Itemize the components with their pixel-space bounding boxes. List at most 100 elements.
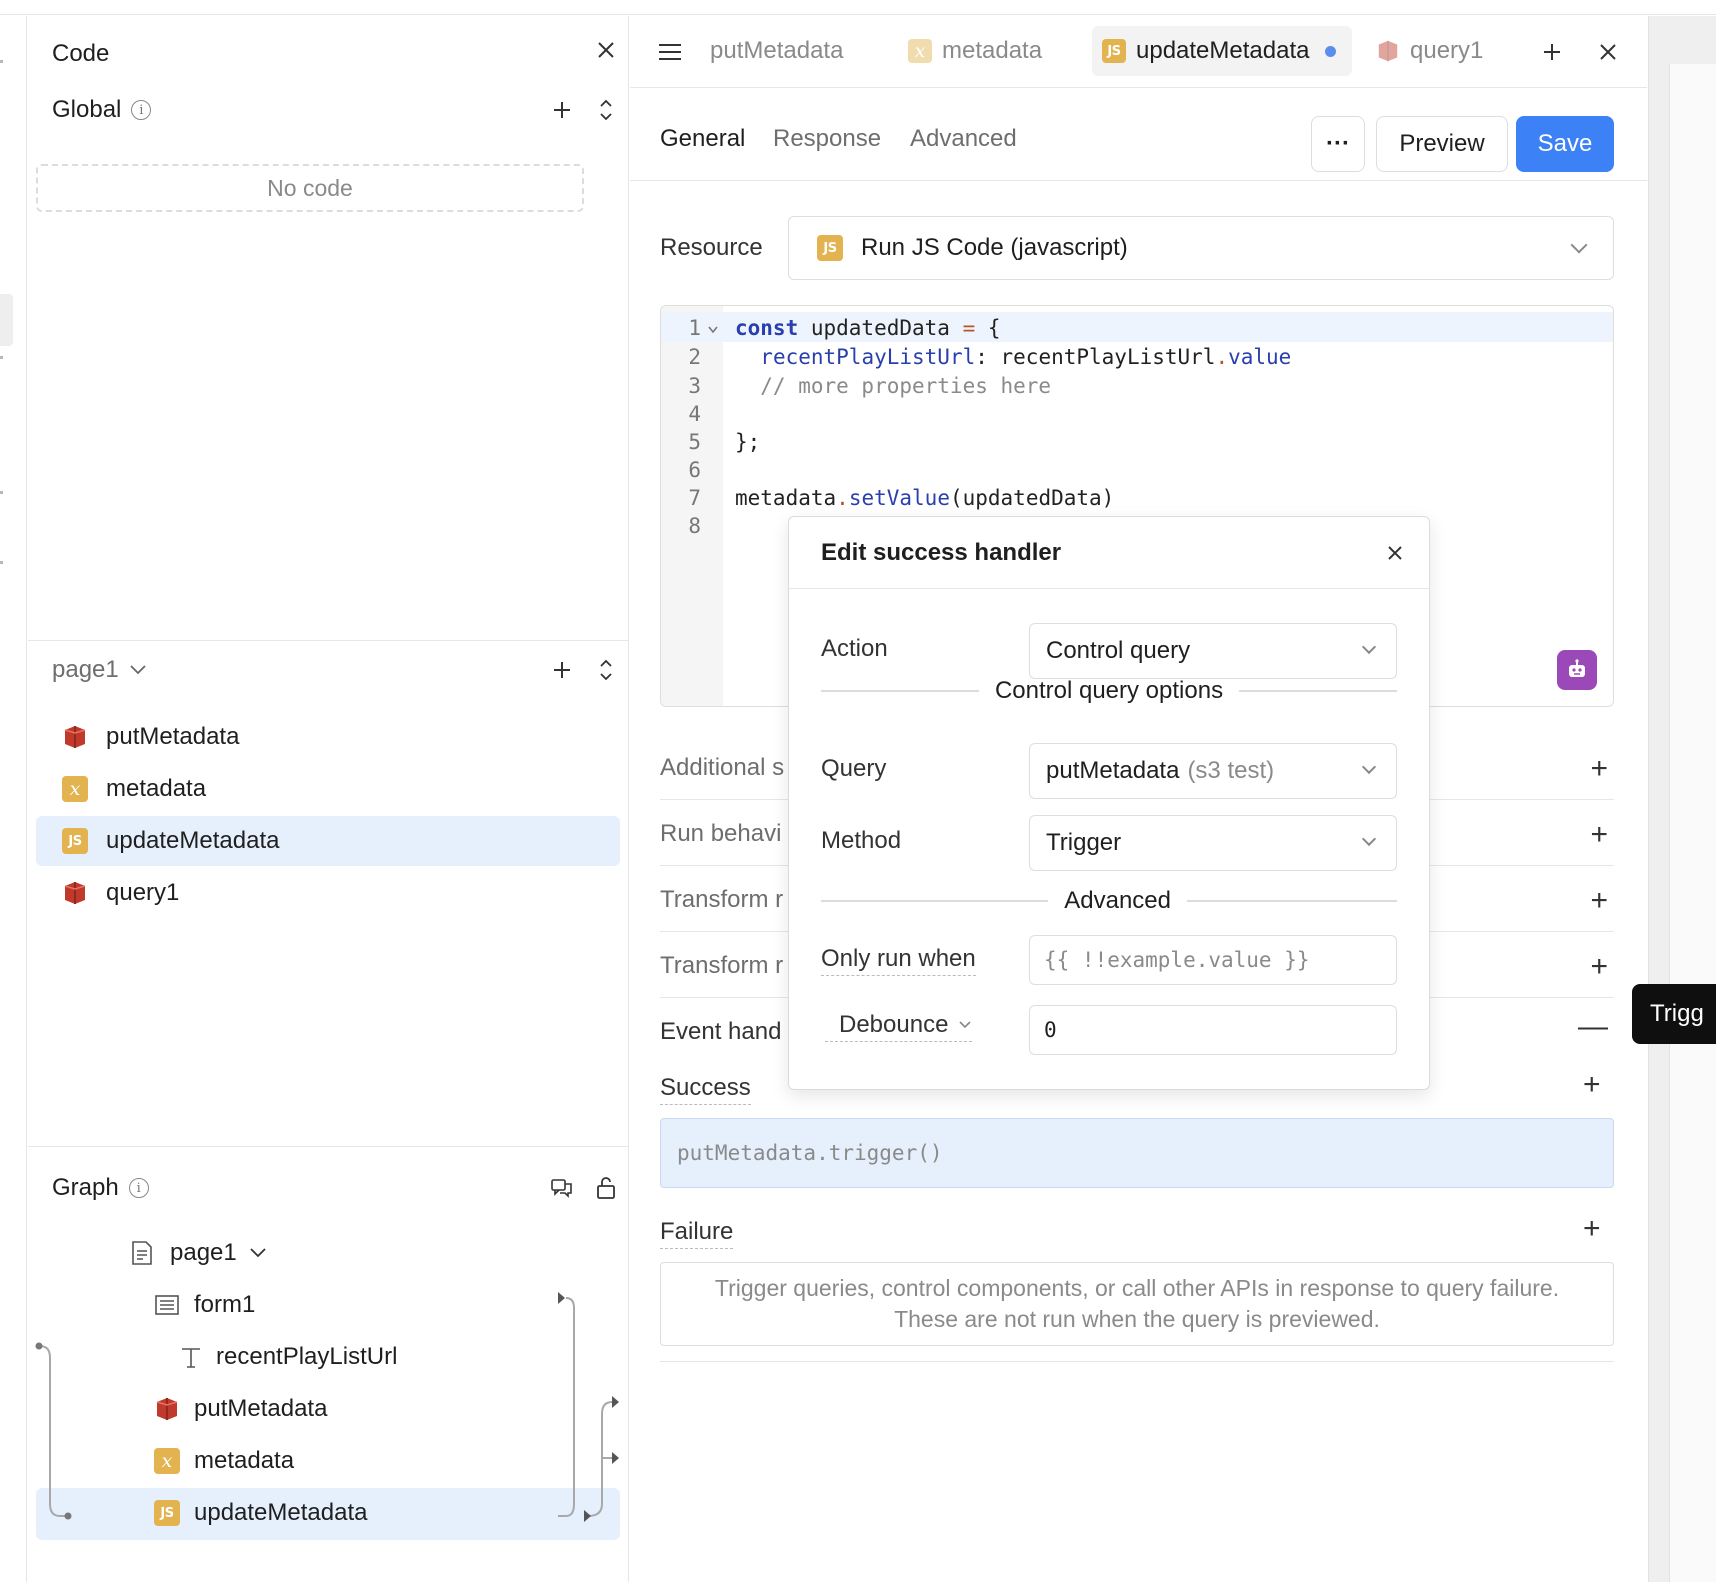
query-value: putMetadata <box>1046 757 1180 784</box>
no-code-placeholder: No code <box>36 164 584 212</box>
graph-node-updatemetadata[interactable]: JS updateMetadata <box>154 1488 367 1538</box>
ai-assist-button[interactable] <box>1557 650 1597 690</box>
graph-node-form1[interactable]: form1 <box>154 1280 255 1330</box>
left-rail <box>0 16 27 1582</box>
plus-icon[interactable]: + <box>1590 950 1608 984</box>
method-select[interactable]: Trigger <box>1029 815 1397 871</box>
success-handler-item[interactable]: putMetadata.trigger() <box>660 1118 1614 1188</box>
query-select[interactable]: putMetadata (s3 test) <box>1029 743 1397 799</box>
tab-response[interactable]: Response <box>773 125 881 153</box>
debounce-select[interactable]: Debounce <box>825 1011 973 1042</box>
info-icon[interactable]: i <box>128 1178 149 1198</box>
form-icon <box>155 1295 179 1315</box>
rail-marker <box>0 356 3 359</box>
tab-general[interactable]: General <box>660 125 745 153</box>
graph-node-putmetadata[interactable]: putMetadata <box>154 1384 327 1434</box>
rail-marker <box>0 491 3 494</box>
close-code-panel-button[interactable] <box>590 34 622 66</box>
only-run-when-input[interactable]: {{ !!example.value }} <box>1029 935 1397 985</box>
graph-node-metadata[interactable]: x metadata <box>154 1436 294 1486</box>
chat-bubbles-icon <box>551 1179 572 1198</box>
section-label: Run behavi <box>660 820 782 847</box>
add-failure-handler-button[interactable]: + <box>1583 1212 1601 1246</box>
edit-success-handler-popover: Edit success handler Action Control quer… <box>788 516 1430 1090</box>
resource-select[interactable]: JS Run JS Code (javascript) <box>788 216 1614 280</box>
graph-node-label: recentPlayListUrl <box>216 1343 398 1370</box>
line-number: 6 <box>688 458 701 482</box>
expand-page-button[interactable] <box>590 654 622 686</box>
s3-icon <box>64 882 86 904</box>
query-item-label: metadata <box>106 775 207 802</box>
preview-button[interactable]: Preview <box>1376 116 1508 172</box>
graph-node-page1[interactable]: page1 <box>130 1228 267 1278</box>
s3-icon <box>64 726 86 748</box>
advanced-divider: Advanced <box>821 887 1397 914</box>
query-item-metadata[interactable]: x metadata <box>36 764 620 814</box>
query-item-updatemetadata[interactable]: JS updateMetadata <box>36 816 620 866</box>
page-section-header[interactable]: page1 <box>52 656 147 684</box>
panel-collapse-handle[interactable] <box>0 294 13 346</box>
plus-icon[interactable]: + <box>1590 884 1608 918</box>
new-tab-button[interactable] <box>1536 36 1568 68</box>
resource-label: Resource <box>660 234 763 261</box>
add-success-handler-button[interactable]: + <box>1583 1068 1601 1102</box>
resource-value: Run JS Code (javascript) <box>861 234 1128 261</box>
graph-node-recentplaylisturl[interactable]: recentPlayListUrl <box>180 1332 397 1382</box>
chevron-down-icon <box>1361 759 1377 775</box>
js-icon: JS <box>1102 39 1126 63</box>
expand-collapse-icon <box>600 659 612 681</box>
action-select[interactable]: Control query <box>1029 623 1397 679</box>
graph-lock-button[interactable] <box>590 1172 622 1204</box>
query-tab-bar: putMetadata x metadata JS updateMetadata… <box>630 16 1647 88</box>
tab-query1[interactable]: query1 <box>1366 26 1493 76</box>
options-heading: Control query options <box>994 677 1224 704</box>
chevron-down-icon <box>250 1248 266 1258</box>
line-number: 7 <box>688 486 701 510</box>
query-item-label: putMetadata <box>106 723 240 750</box>
chevron-down-icon <box>130 665 146 675</box>
rail-marker <box>0 60 3 63</box>
line-number: 2 <box>688 345 701 369</box>
line-number: 8 <box>688 514 701 538</box>
add-global-code-button[interactable] <box>546 94 578 126</box>
method-label: Method <box>821 827 902 854</box>
save-button[interactable]: Save <box>1516 116 1614 172</box>
section-label: Additional s <box>660 754 785 781</box>
more-options-button[interactable]: ··· <box>1311 116 1365 172</box>
plus-icon <box>554 102 570 118</box>
hamburger-menu-icon <box>659 44 681 60</box>
s3-icon <box>1378 40 1398 62</box>
chevron-down-icon <box>1361 639 1377 655</box>
plus-icon[interactable]: + <box>1590 818 1608 852</box>
tab-label: updateMetadata <box>1136 37 1310 64</box>
js-icon: JS <box>62 828 88 854</box>
info-icon[interactable]: i <box>131 100 152 120</box>
tab-advanced[interactable]: Advanced <box>910 125 1017 153</box>
section-divider <box>28 640 629 641</box>
minus-icon[interactable]: — <box>1578 1010 1608 1044</box>
query-item-putmetadata[interactable]: putMetadata <box>36 712 620 762</box>
tab-updatemetadata[interactable]: JS updateMetadata <box>1092 26 1352 76</box>
text-input-icon <box>182 1348 200 1368</box>
tab-label: metadata <box>942 37 1043 64</box>
fold-chevron-icon[interactable] <box>707 325 719 335</box>
close-popover-button[interactable] <box>1379 537 1411 569</box>
query-item-query1[interactable]: query1 <box>36 868 620 918</box>
js-icon: JS <box>154 1500 180 1526</box>
menu-button[interactable] <box>654 36 686 68</box>
tab-metadata[interactable]: x metadata <box>898 26 1052 76</box>
close-editor-button[interactable] <box>1592 36 1624 68</box>
debounce-input[interactable]: 0 <box>1029 1005 1397 1055</box>
line-number: 1 <box>688 316 701 340</box>
expand-collapse-icon <box>600 99 612 121</box>
plus-icon <box>554 662 570 678</box>
action-value: Control query <box>1046 637 1191 664</box>
chevron-down-icon <box>1570 236 1588 254</box>
expand-global-button[interactable] <box>590 94 622 126</box>
query-resource: (s3 test) <box>1187 757 1275 784</box>
tab-putmetadata[interactable]: putMetadata <box>700 26 853 76</box>
plus-icon[interactable]: + <box>1590 752 1608 786</box>
graph-comments-button[interactable] <box>546 1172 578 1204</box>
add-query-button[interactable] <box>546 654 578 686</box>
tab-label: putMetadata <box>710 37 844 64</box>
